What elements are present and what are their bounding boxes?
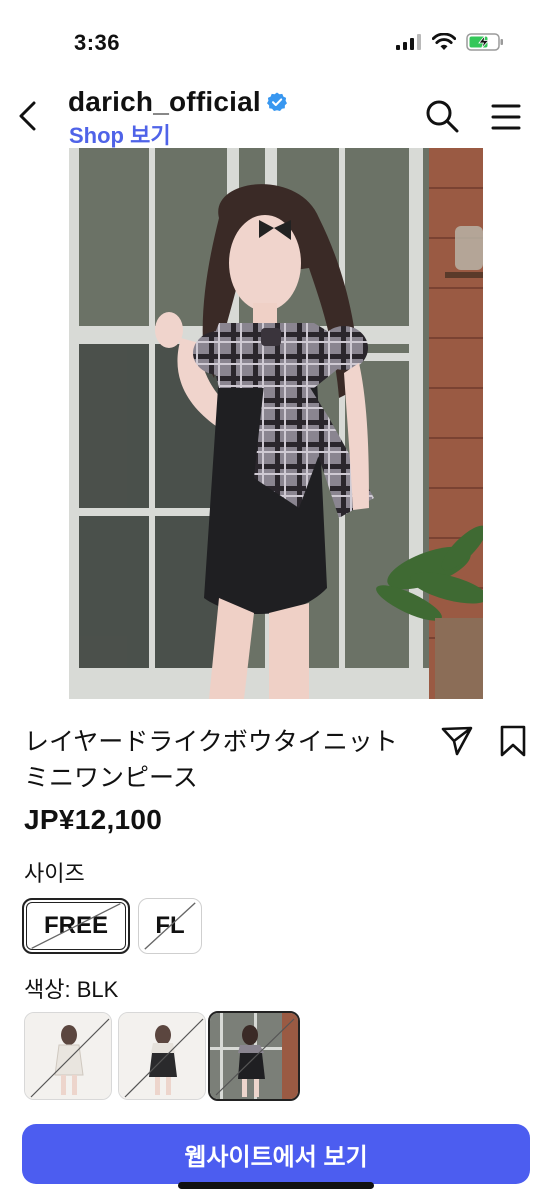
home-indicator[interactable]: [178, 1182, 374, 1189]
color-swatch-blk-selected[interactable]: [208, 1011, 300, 1101]
bookmark-icon: [500, 725, 526, 757]
size-label: 사이즈: [24, 861, 85, 886]
menu-button[interactable]: [490, 102, 522, 132]
swatch-thumbnail: [25, 1013, 111, 1099]
size-option-fl[interactable]: FL: [138, 898, 202, 954]
account-name[interactable]: darich_official: [68, 86, 261, 118]
status-icons: [396, 33, 504, 51]
unavailable-strike-icon: [144, 902, 196, 950]
verified-badge-icon: [266, 92, 287, 111]
shop-link[interactable]: Shop 보기: [69, 118, 171, 150]
color-label: 색상: BLK: [24, 977, 119, 1002]
back-icon: [19, 101, 36, 131]
unavailable-strike-icon: [31, 903, 121, 949]
color-swatch-white[interactable]: [24, 1012, 112, 1100]
product-title: レイヤードライクボウタイニットミニワンピース: [24, 728, 398, 792]
product-photo-illustration: [69, 148, 483, 699]
size-option-free[interactable]: FREE: [22, 898, 130, 954]
swatch-thumbnail: [119, 1013, 205, 1099]
product-photo[interactable]: [69, 148, 483, 699]
save-button[interactable]: [498, 724, 528, 758]
cellular-signal-icon: [396, 34, 421, 50]
product-price: JP¥12,100: [24, 804, 163, 835]
search-icon: [426, 100, 459, 133]
profile-header: darich_official Shop 보기: [0, 84, 552, 148]
menu-icon: [491, 104, 521, 130]
share-button[interactable]: [440, 724, 474, 758]
color-swatch-black[interactable]: [118, 1012, 206, 1100]
account-name-row[interactable]: darich_official: [68, 86, 287, 118]
battery-charging-icon: [466, 33, 503, 51]
status-bar: 3:36: [0, 0, 552, 80]
view-on-website-button[interactable]: 웹사이트에서 보기: [22, 1124, 530, 1184]
status-time: 3:36: [74, 30, 121, 55]
search-button[interactable]: [424, 98, 460, 134]
swatch-thumbnail: [210, 1013, 298, 1099]
wifi-icon: [432, 33, 456, 50]
back-button[interactable]: [14, 98, 42, 134]
send-icon: [441, 726, 473, 756]
